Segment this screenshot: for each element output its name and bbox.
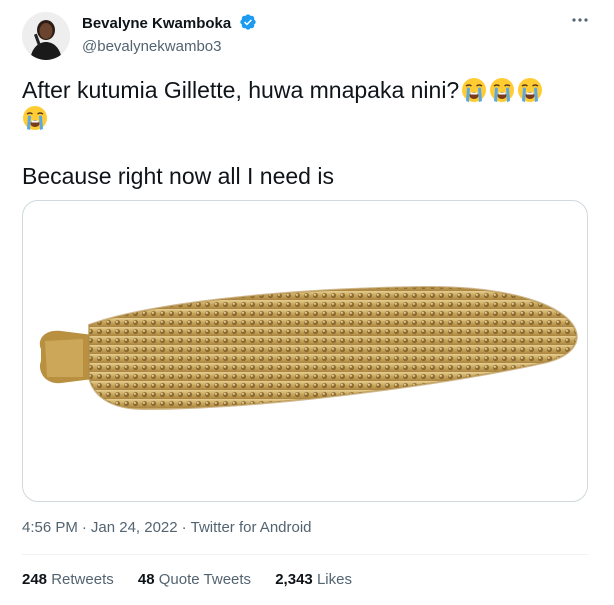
tweet-time[interactable]: 4:56 PM bbox=[22, 519, 78, 536]
crying-face-icon bbox=[461, 77, 487, 103]
display-name-row: Bevalyne Kwamboka bbox=[82, 13, 257, 36]
likes-label: Likes bbox=[316, 571, 352, 588]
retweets-count: 248 bbox=[22, 571, 48, 588]
likes-count: 2,343 bbox=[275, 571, 313, 588]
crying-face-icon bbox=[489, 77, 515, 103]
tweet-meta: 4:56 PM · Jan 24, 2022 · Twitter for Android bbox=[22, 518, 312, 538]
quote-tweets-stat[interactable]: 48 Quote Tweets bbox=[138, 571, 251, 588]
avatar[interactable] bbox=[22, 12, 70, 60]
more-options-icon[interactable] bbox=[568, 12, 592, 32]
tweet-source[interactable]: Twitter for Android bbox=[191, 519, 312, 536]
tweet-card: Bevalyne Kwamboka @bevalynekwambo3 After… bbox=[0, 0, 614, 605]
meta-separator: · bbox=[181, 519, 187, 536]
corn-cob-illustration bbox=[39, 285, 578, 411]
divider bbox=[22, 554, 588, 555]
retweets-stat[interactable]: 248 Retweets bbox=[22, 571, 114, 588]
crying-face-icon bbox=[22, 105, 48, 131]
quote-tweets-label: Quote Tweets bbox=[158, 571, 252, 588]
tweet-header: Bevalyne Kwamboka @bevalynekwambo3 bbox=[22, 10, 592, 60]
tweet-text-line-1: After kutumia Gillette, huwa mnapaka nin… bbox=[22, 76, 582, 132]
tweet-stats: 248 Retweets 48 Quote Tweets 2,343 Likes bbox=[22, 570, 372, 590]
handle[interactable]: @bevalynekwambo3 bbox=[82, 37, 257, 57]
tweet-date[interactable]: Jan 24, 2022 bbox=[91, 519, 178, 536]
display-name[interactable]: Bevalyne Kwamboka bbox=[82, 15, 231, 32]
tweet-text-line-2: Because right now all I need is bbox=[22, 163, 334, 189]
crying-face-icon bbox=[517, 77, 543, 103]
tweet-text: After kutumia Gillette, huwa mnapaka nin… bbox=[22, 77, 460, 103]
tweet-media-image[interactable] bbox=[22, 200, 588, 502]
meta-separator: · bbox=[81, 519, 87, 536]
author-block: Bevalyne Kwamboka @bevalynekwambo3 bbox=[82, 13, 257, 57]
verified-badge-icon bbox=[239, 13, 257, 36]
likes-stat[interactable]: 2,343 Likes bbox=[275, 571, 352, 588]
quote-tweets-count: 48 bbox=[137, 571, 155, 588]
retweets-label: Retweets bbox=[51, 571, 114, 588]
